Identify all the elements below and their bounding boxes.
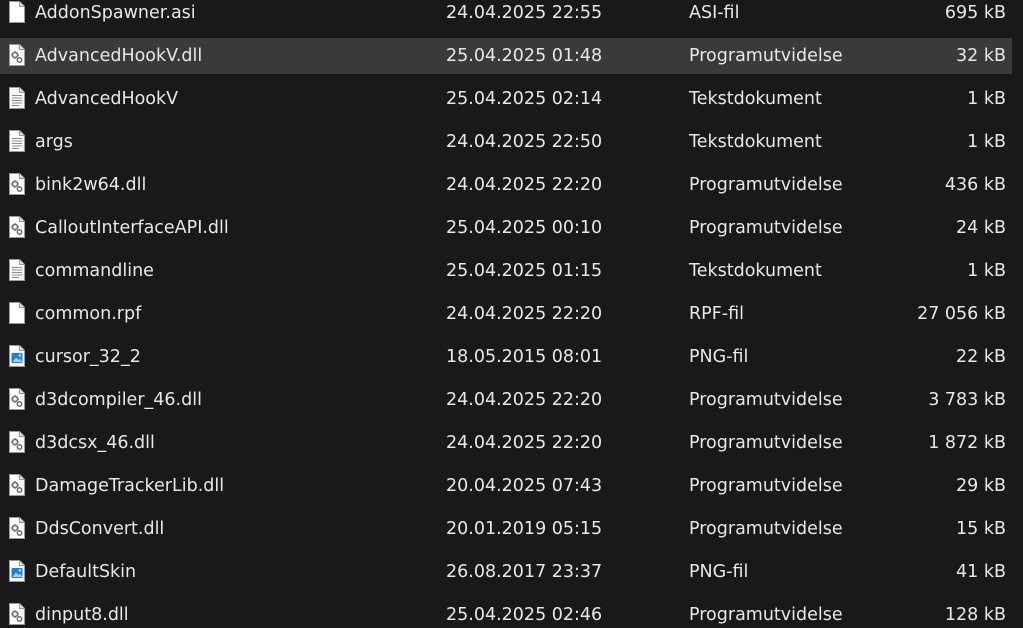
file-size: 32 kB: [956, 46, 1006, 66]
file-type: Programutvidelse: [689, 605, 843, 625]
file-name: CalloutInterfaceAPI.dll: [35, 218, 229, 238]
file-modified-date: 25.04.2025 00:10: [446, 218, 603, 238]
file-list: AddonSpawner.asi 24.04.2025 22:55 ASI-fil 6…: [0, 0, 1023, 628]
file-type: Programutvidelse: [689, 390, 843, 410]
file-size: 27 056 kB: [917, 304, 1006, 324]
file-name: AddonSpawner.asi: [35, 3, 196, 23]
dll-file-icon: [8, 431, 26, 453]
file-modified-date: 25.04.2025 01:15: [446, 261, 603, 281]
file-size: 3 783 kB: [928, 390, 1006, 410]
file-row[interactable]: common.rpf 24.04.2025 22:20 RPF-fil 27 056 …: [0, 296, 1012, 332]
file-modified-date: 25.04.2025 02:46: [446, 605, 603, 625]
file-modified-date: 20.01.2019 05:15: [446, 519, 603, 539]
file-type: Programutvidelse: [689, 476, 843, 496]
file-size: 41 kB: [956, 562, 1006, 582]
file-modified-date: 20.04.2025 07:43: [446, 476, 603, 496]
file-modified-date: 24.04.2025 22:20: [446, 304, 603, 324]
file-size: 1 kB: [967, 89, 1006, 109]
dll-file-icon: [8, 517, 26, 539]
file-size: 128 kB: [944, 605, 1006, 625]
file-row[interactable]: DefaultSkin 26.08.2017 23:37 PNG-fil 41 kB: [0, 554, 1012, 590]
file-type: PNG-fil: [689, 347, 749, 367]
dll-file-icon: [8, 603, 26, 625]
image-file-icon: [8, 345, 26, 367]
file-type: Programutvidelse: [689, 175, 843, 195]
file-name: AdvancedHookV: [35, 89, 179, 109]
dll-file-icon: [8, 388, 26, 410]
file-size: 436 kB: [944, 175, 1006, 195]
file-type: ASI-fil: [689, 3, 740, 23]
file-name: bink2w64.dll: [35, 175, 147, 195]
file-row[interactable]: commandline 25.04.2025 01:15 Tekstdokument…: [0, 253, 1012, 289]
file-modified-date: 24.04.2025 22:20: [446, 175, 603, 195]
generic-file-icon: [8, 1, 26, 23]
generic-file-icon: [8, 302, 26, 324]
file-size: 1 872 kB: [928, 433, 1006, 453]
file-type: Programutvidelse: [689, 519, 843, 539]
file-modified-date: 25.04.2025 01:48: [446, 46, 603, 66]
file-size: 24 kB: [956, 218, 1006, 238]
text-file-icon: [8, 130, 26, 152]
file-row[interactable]: AdvancedHookV.dll 25.04.2025 01:48 Program…: [0, 38, 1012, 74]
file-row[interactable]: AdvancedHookV 25.04.2025 02:14 Tekstdokume…: [0, 81, 1012, 117]
file-row[interactable]: DamageTrackerLib.dll 20.04.2025 07:43 Prog…: [0, 468, 1012, 504]
file-row[interactable]: bink2w64.dll 24.04.2025 22:20 Programutvid…: [0, 167, 1012, 203]
dll-file-icon: [8, 173, 26, 195]
file-name: DdsConvert.dll: [35, 519, 165, 539]
file-row[interactable]: AddonSpawner.asi 24.04.2025 22:55 ASI-fil 6…: [0, 0, 1012, 31]
file-name: AdvancedHookV.dll: [35, 46, 203, 66]
file-modified-date: 24.04.2025 22:20: [446, 390, 603, 410]
file-modified-date: 24.04.2025 22:20: [446, 433, 603, 453]
file-modified-date: 24.04.2025 22:55: [446, 3, 603, 23]
file-modified-date: 24.04.2025 22:50: [446, 132, 603, 152]
file-type: Tekstdokument: [689, 89, 822, 109]
file-size: 1 kB: [967, 261, 1006, 281]
file-modified-date: 25.04.2025 02:14: [446, 89, 603, 109]
file-row[interactable]: d3dcompiler_46.dll 24.04.2025 22:20 Progra…: [0, 382, 1012, 418]
file-name: d3dcompiler_46.dll: [35, 390, 202, 410]
file-row[interactable]: DdsConvert.dll 20.01.2019 05:15 Programutv…: [0, 511, 1012, 547]
file-type: PNG-fil: [689, 562, 749, 582]
file-name: cursor_32_2: [35, 347, 141, 367]
file-type: Programutvidelse: [689, 46, 843, 66]
file-name: d3dcsx_46.dll: [35, 433, 155, 453]
file-size: 1 kB: [967, 132, 1006, 152]
file-name: args: [35, 132, 73, 152]
file-name: dinput8.dll: [35, 605, 129, 625]
image-file-icon: [8, 560, 26, 582]
file-row[interactable]: CalloutInterfaceAPI.dll 25.04.2025 00:10 P…: [0, 210, 1012, 246]
dll-file-icon: [8, 474, 26, 496]
file-row[interactable]: dinput8.dll 25.04.2025 02:46 Programutvide…: [0, 597, 1012, 628]
text-file-icon: [8, 259, 26, 281]
file-type: Programutvidelse: [689, 433, 843, 453]
file-name: common.rpf: [35, 304, 142, 324]
file-size: 29 kB: [956, 476, 1006, 496]
file-name: commandline: [35, 261, 154, 281]
text-file-icon: [8, 87, 26, 109]
file-type: Programutvidelse: [689, 218, 843, 238]
file-size: 15 kB: [956, 519, 1006, 539]
file-name: DamageTrackerLib.dll: [35, 476, 225, 496]
file-size: 22 kB: [956, 347, 1006, 367]
file-row[interactable]: args 24.04.2025 22:50 Tekstdokument 1 kB: [0, 124, 1012, 160]
dll-file-icon: [8, 216, 26, 238]
file-type: Tekstdokument: [689, 261, 822, 281]
file-size: 695 kB: [944, 3, 1006, 23]
file-modified-date: 26.08.2017 23:37: [446, 562, 603, 582]
dll-file-icon: [8, 44, 26, 66]
file-type: RPF-fil: [689, 304, 744, 324]
file-row[interactable]: cursor_32_2 18.05.2015 08:01 PNG-fil 22 kB: [0, 339, 1012, 375]
file-row[interactable]: d3dcsx_46.dll 24.04.2025 22:20 Programutvi…: [0, 425, 1012, 461]
file-modified-date: 18.05.2015 08:01: [446, 347, 603, 367]
file-type: Tekstdokument: [689, 132, 822, 152]
file-name: DefaultSkin: [35, 562, 137, 582]
